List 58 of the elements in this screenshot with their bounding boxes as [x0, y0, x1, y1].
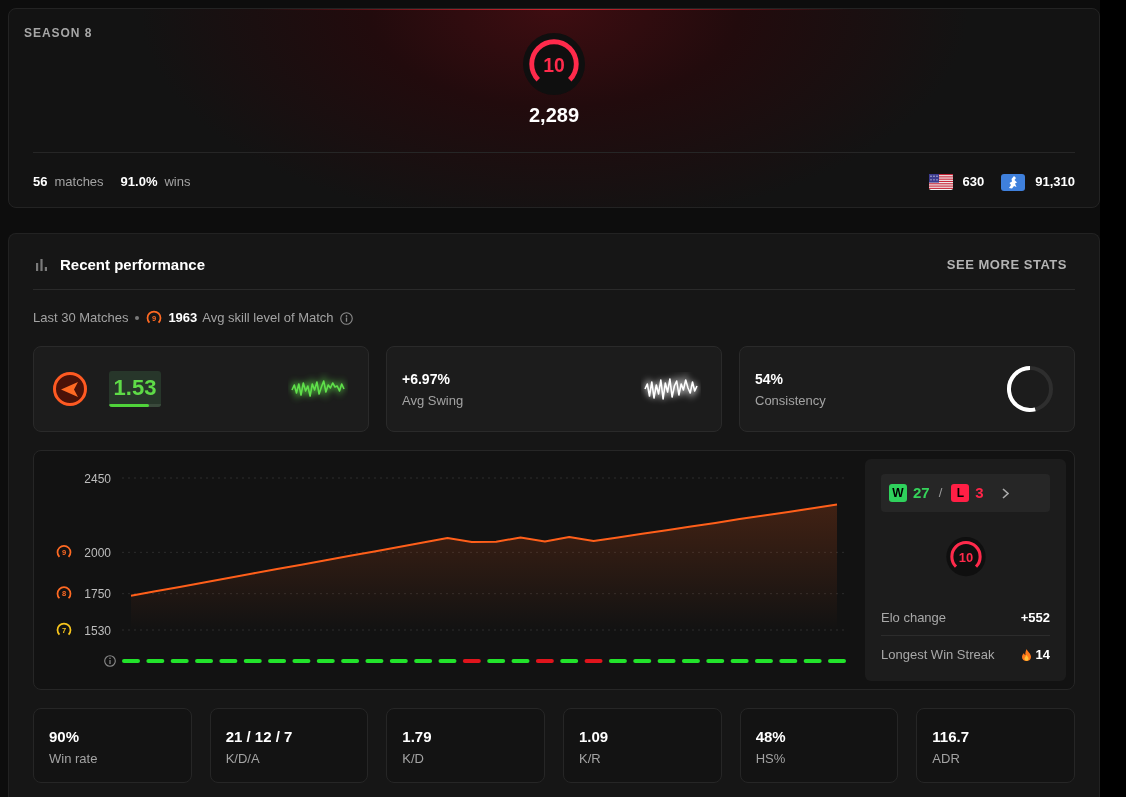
- win-count: 27: [913, 482, 930, 503]
- loss-count: 3: [975, 482, 984, 503]
- stat-value: 116.7: [932, 728, 971, 746]
- stat-label: Avg Swing: [402, 392, 464, 409]
- skill-level-badge: 10: [523, 33, 585, 95]
- stat-label: HS%: [755, 751, 787, 767]
- stat-value: 54%: [755, 369, 785, 388]
- map-icon: [1001, 173, 1026, 191]
- avg-elo-value: 1963: [168, 309, 198, 328]
- stat-label: ADR: [932, 751, 961, 767]
- win-streak-label: Longest Win Streak: [881, 646, 995, 665]
- flame-icon: [1021, 649, 1031, 662]
- skill-level-badge: 9: [57, 545, 71, 558]
- wins-label: wins: [164, 173, 191, 192]
- ranking-value: 630: [962, 173, 985, 192]
- matches-count: 56: [33, 173, 48, 192]
- separator-text: /: [938, 484, 943, 503]
- y-axis-label: 1750: [84, 587, 111, 602]
- y-axis-label: 1530: [84, 623, 111, 638]
- skill-level-badge: 8: [57, 587, 71, 599]
- elo-value: 2,289: [528, 103, 580, 128]
- section-title: Recent performance: [60, 254, 206, 275]
- y-axis-label: 2450: [84, 471, 111, 486]
- info-icon: [339, 311, 353, 325]
- elo-change-value: +552: [1020, 608, 1050, 627]
- rating-value: 1.53: [113, 375, 157, 400]
- stat-label: Consistency: [755, 392, 826, 409]
- flag-icon: [928, 174, 953, 190]
- ranking-value: 91,310: [1035, 173, 1075, 192]
- loss-badge: L: [951, 484, 970, 503]
- stat-value: 90%: [49, 728, 81, 746]
- win-loss-summary[interactable]: W 27 / L 3: [881, 474, 1050, 513]
- chevron-right-icon: [1001, 487, 1009, 499]
- matches-period-label: Last 30 Matches: [33, 309, 129, 328]
- skill-level-badge: 9: [146, 310, 163, 326]
- bar-chart-icon: [36, 259, 47, 271]
- skill-level-badge: 10: [945, 537, 986, 577]
- win-badge: W: [889, 484, 907, 503]
- skill-level-badge: 7: [57, 623, 71, 635]
- elo-change-label: Elo change: [881, 608, 947, 627]
- matches-label: matches: [54, 173, 104, 192]
- y-axis-label: 2000: [84, 545, 111, 560]
- stat-label: K/D/A: [225, 751, 261, 767]
- stat-value: 1.09: [579, 728, 610, 746]
- stat-label: K/R: [579, 751, 602, 767]
- season-label: SEASON 8: [24, 27, 93, 39]
- stat-label: Win rate: [49, 751, 99, 767]
- stat-value: +6.97%: [402, 369, 451, 388]
- win-percentage: 91.0%: [120, 173, 158, 192]
- stat-value: 21 / 12 / 7: [225, 728, 294, 746]
- stat-value: 1.79: [402, 728, 433, 746]
- pointer-circle-icon: [53, 372, 87, 406]
- info-icon: [104, 655, 116, 667]
- stat-value: 48%: [755, 728, 787, 746]
- win-streak-value: 14: [1035, 646, 1050, 665]
- avg-skill-label: Avg skill level of Match: [202, 309, 334, 328]
- see-more-stats-link[interactable]: SEE MORE STATS: [946, 255, 1067, 275]
- stat-label: K/D: [402, 751, 425, 767]
